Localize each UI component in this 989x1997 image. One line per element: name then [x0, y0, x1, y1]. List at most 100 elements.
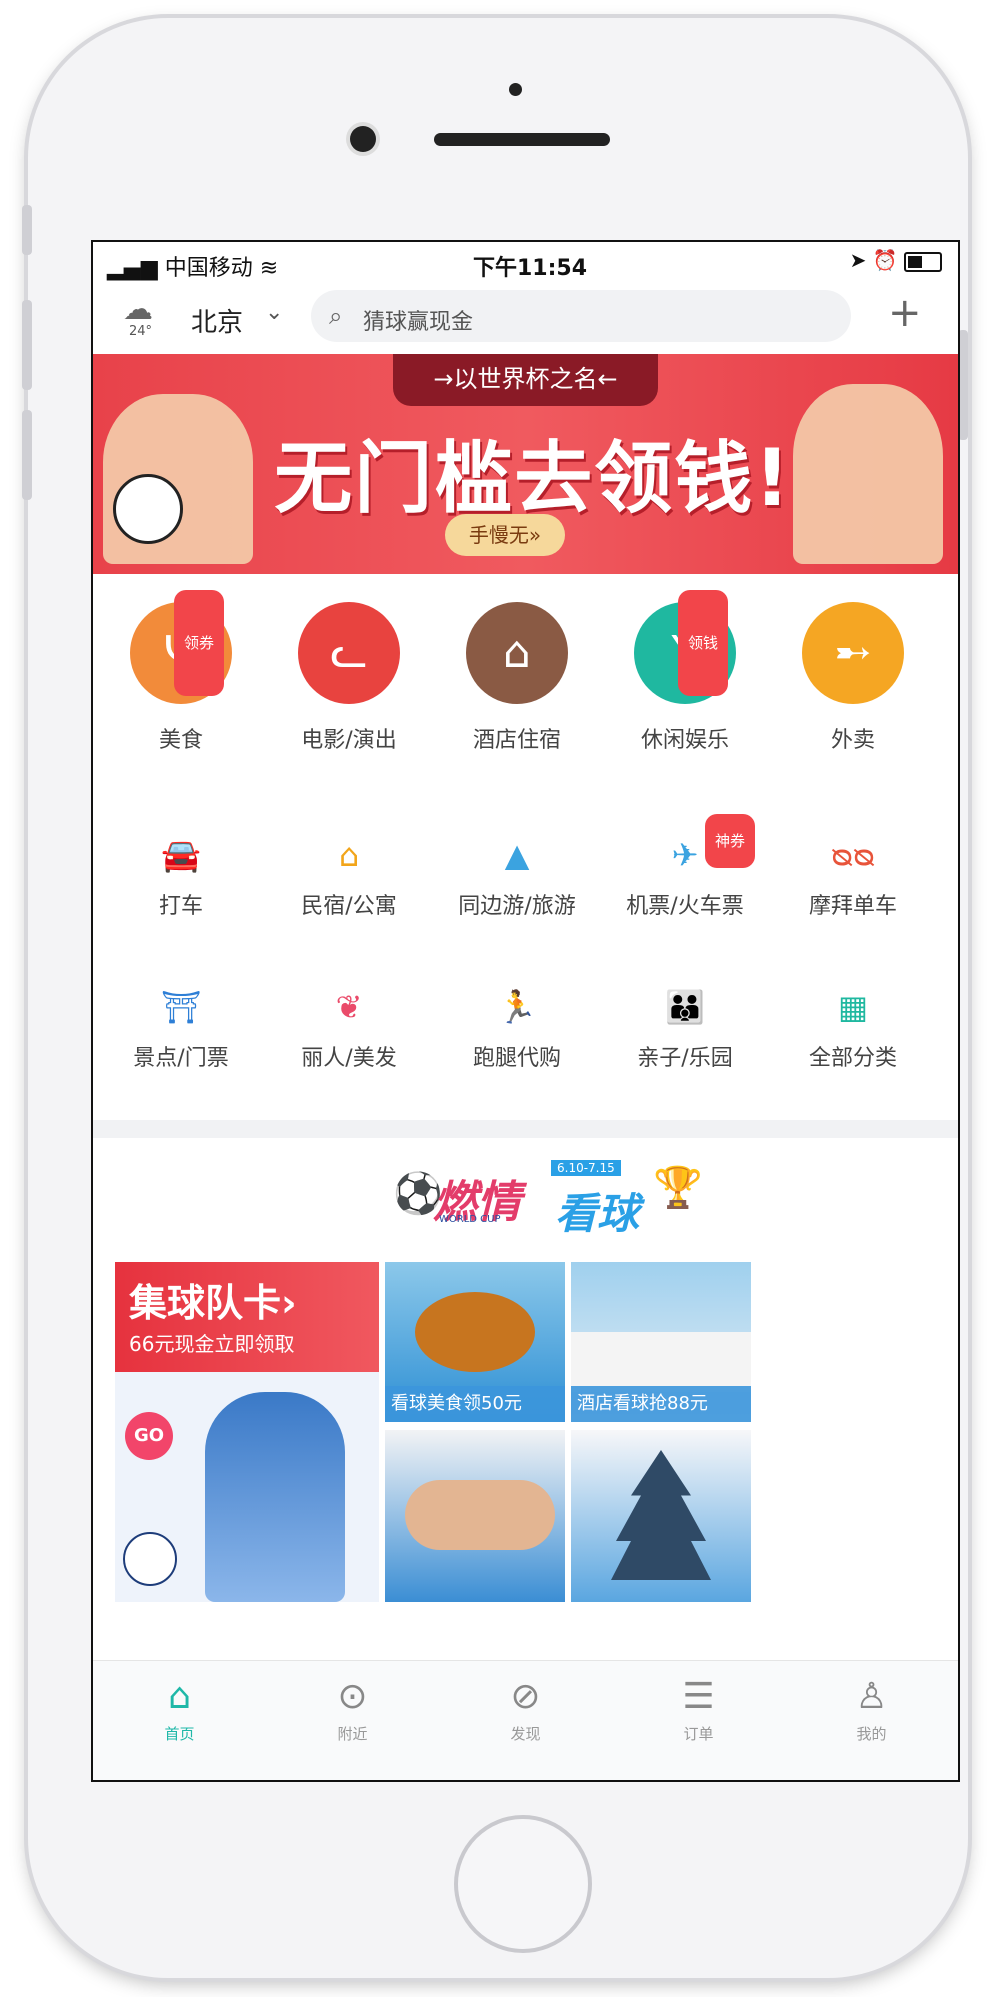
hotel-bed-image — [571, 1332, 751, 1392]
cloud-icon[interactable]: ☁ — [123, 292, 153, 327]
category-meishi[interactable]: Ψ 领券 美食 — [101, 590, 261, 772]
banner-button[interactable]: 手慢无» — [445, 514, 565, 556]
temple-of-heaven-image — [611, 1450, 711, 1580]
category-hotel[interactable]: ⌂ 酒店住宿 — [437, 602, 597, 772]
category-movie[interactable]: ᓚ 电影/演出 — [269, 602, 429, 772]
roast-chicken-image — [415, 1292, 535, 1372]
carrier-name: 中国移动 — [164, 256, 253, 281]
category-family[interactable]: 👪 亲子/乐园 — [605, 982, 765, 1092]
scenic-promo-tile[interactable] — [571, 1430, 751, 1602]
battery-icon — [904, 251, 942, 272]
banner-tagline: →以世界杯之名← — [393, 354, 658, 406]
tab-home[interactable]: ⌂ 首页 — [93, 1675, 266, 1775]
category-beauty[interactable]: ❦ 丽人/美发 — [269, 982, 429, 1092]
location-arrow-icon: ➤ — [849, 248, 867, 272]
category-errand[interactable]: 🏃 跑腿代购 — [437, 982, 597, 1092]
city-selector[interactable]: 北京 — [191, 302, 243, 339]
category-badge: 领券 — [173, 590, 224, 696]
home-button[interactable] — [454, 1815, 592, 1953]
food-promo-tile[interactable]: 看球美食领50元 — [385, 1262, 565, 1422]
category-badge: 神券 — [704, 814, 755, 868]
chevron-down-icon[interactable]: ⌄ — [265, 300, 283, 325]
category-label: 跑腿代购 — [472, 1046, 561, 1071]
soccer-player-image — [205, 1392, 345, 1602]
category-label: 同边游/旅游 — [458, 894, 576, 919]
mute-switch — [22, 205, 32, 255]
category-label: 民宿/公寓 — [301, 894, 397, 919]
category-scenic[interactable]: ⛩ 景点/门票 — [101, 982, 261, 1092]
tab-label: 我的 — [856, 1725, 887, 1743]
category-label: 摩拜单车 — [808, 894, 897, 919]
tab-label: 订单 — [683, 1725, 714, 1743]
category-label: 酒店住宿 — [472, 728, 561, 753]
search-placeholder: 猜球赢现金 — [363, 310, 474, 335]
volume-up-button — [22, 300, 32, 390]
go-button[interactable]: GO — [125, 1412, 173, 1460]
weather-temperature: 24° — [129, 324, 153, 339]
category-takeout[interactable]: ➸ 外卖 — [773, 602, 933, 772]
compass-icon: ⊘ — [510, 1676, 541, 1717]
world-cup-date: 6.10-7.15 — [551, 1160, 621, 1176]
bike-icon: ᴓᴓ — [831, 836, 875, 874]
category-label: 电影/演出 — [301, 728, 397, 753]
category-taxi[interactable]: 🚘 打车 — [101, 830, 261, 940]
cheerleader-right-image — [793, 384, 943, 564]
category-label: 景点/门票 — [133, 1046, 229, 1071]
front-camera — [350, 126, 376, 152]
earpiece-speaker — [434, 133, 610, 146]
search-icon: ⌕ — [329, 302, 343, 330]
hotel-icon: ⌂ — [466, 602, 568, 704]
fork-knife-icon: Ψ 领券 — [130, 590, 232, 704]
big-category-row: Ψ 领券 美食 ᓚ 电影/演出 ⌂ 酒店住宿 Y 领钱 休闲娱乐 ➸ 外卖 — [93, 590, 958, 782]
search-bar[interactable]: ⌕ 猜球赢现金 — [311, 290, 851, 342]
promo-banner[interactable]: →以世界杯之名← 无门槛去领钱! 手慢无» — [93, 354, 958, 574]
order-list-icon: ☰ — [682, 1676, 715, 1717]
category-label: 打车 — [158, 894, 203, 919]
food-promo-caption: 看球美食领50元 — [385, 1386, 565, 1422]
team-card-promo[interactable]: 集球队卡› 66元现金立即领取 GO — [115, 1262, 379, 1602]
app-header: ☁ 24° 北京 ⌄ ⌕ 猜球赢现金 + — [93, 282, 958, 346]
user-icon: ♙ — [855, 1676, 888, 1717]
plus-icon[interactable]: + — [888, 290, 922, 336]
hotel-promo-tile[interactable]: 酒店看球抢88元 — [571, 1262, 751, 1422]
cocktail-icon: Y 领钱 — [634, 590, 736, 704]
category-all[interactable]: ▦ 全部分类 — [773, 982, 933, 1092]
category-tickets[interactable]: ✈ 神券 机票/火车票 — [605, 814, 765, 940]
team-card-title: 集球队卡› — [129, 1281, 297, 1325]
world-cup-caption: WORLD CUP — [439, 1214, 501, 1225]
category-badge: 领钱 — [677, 590, 728, 696]
category-label: 丽人/美发 — [301, 1046, 397, 1071]
proximity-sensor — [509, 83, 522, 96]
status-right-icons: ➤ ⏰ — [850, 248, 942, 272]
category-label: 休闲娱乐 — [640, 728, 729, 753]
trophy-icon: 🏆 — [653, 1165, 703, 1211]
grid-icon: ▦ — [837, 988, 869, 1026]
signal-icon: ▂▄▆ — [107, 256, 158, 281]
world-cup-subtitle: 看球 — [555, 1189, 640, 1238]
plane-icon: ✈ 神券 — [605, 814, 765, 880]
landmark-icon: ⛩ — [160, 988, 202, 1026]
soccer-ball-image — [113, 474, 183, 544]
banner-headline: 无门槛去领钱! — [274, 434, 792, 524]
cheerleader-left-image — [103, 394, 253, 564]
tab-mine[interactable]: ♙ 我的 — [785, 1675, 958, 1775]
team-card-banner: 集球队卡› 66元现金立即领取 — [115, 1262, 379, 1372]
spa-person-image — [405, 1480, 555, 1550]
category-travel[interactable]: ▲ 同边游/旅游 — [437, 830, 597, 940]
category-leisure[interactable]: Y 领钱 休闲娱乐 — [605, 590, 765, 772]
section-divider — [93, 1120, 958, 1138]
tab-nearby[interactable]: ⊙ 附近 — [266, 1675, 439, 1775]
beauty-icon: ❦ — [335, 988, 363, 1026]
hotel-promo-caption: 酒店看球抢88元 — [571, 1386, 751, 1422]
mountain-icon: ▲ — [504, 836, 530, 874]
home-icon: ⌂ — [168, 1676, 191, 1717]
spa-promo-tile[interactable] — [385, 1430, 565, 1602]
category-bike[interactable]: ᴓᴓ 摩拜单车 — [773, 830, 933, 940]
category-label: 美食 — [158, 728, 203, 753]
category-homestay[interactable]: ⌂ 民宿/公寓 — [269, 830, 429, 940]
phone-screen: ▂▄▆ 中国移动 ≋ 下午11:54 ➤ ⏰ ☁ 24° 北京 ⌄ ⌕ 猜球赢现… — [91, 240, 960, 1782]
category-label: 机票/火车票 — [626, 894, 744, 919]
family-icon: 👪 — [665, 988, 705, 1026]
tab-discover[interactable]: ⊘ 发现 — [439, 1675, 612, 1775]
tab-orders[interactable]: ☰ 订单 — [612, 1675, 785, 1775]
